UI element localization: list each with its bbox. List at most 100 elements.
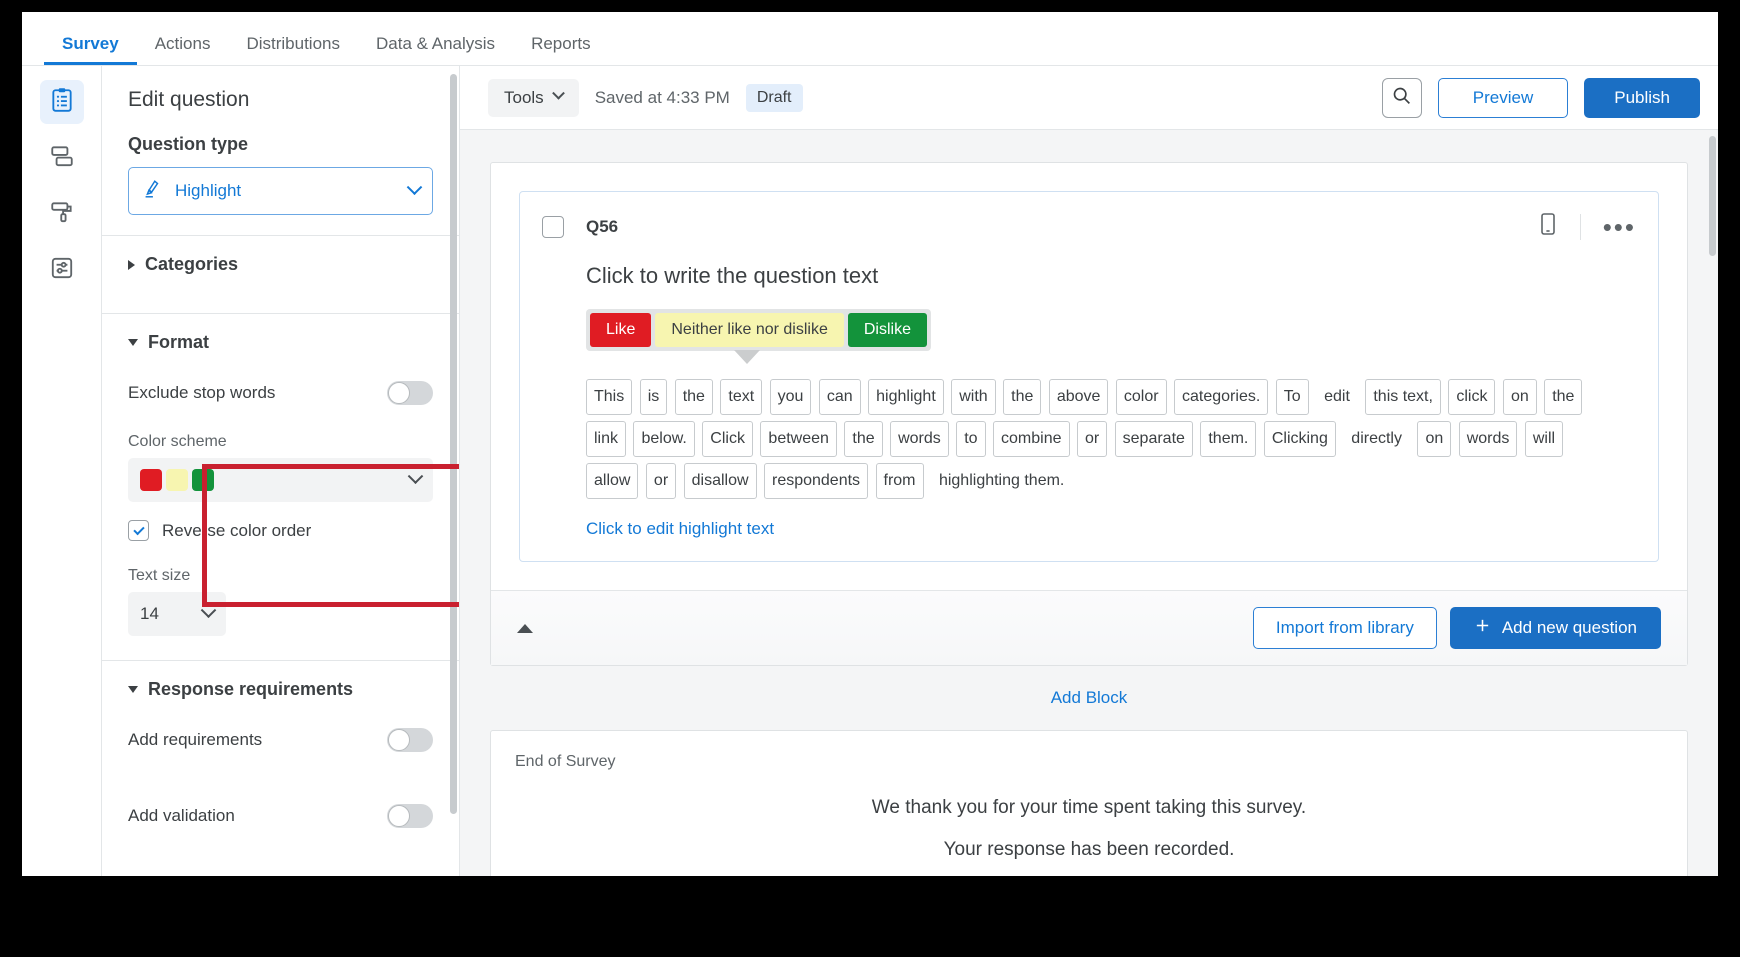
highlight-word: highlighting them.	[931, 463, 1072, 499]
panel-scrollbar[interactable]	[450, 74, 457, 814]
toggle-knob	[388, 729, 410, 751]
add-validation-toggle[interactable]	[387, 804, 433, 828]
highlight-word[interactable]: with	[951, 379, 995, 415]
chevron-down-icon	[552, 87, 565, 100]
nav-tab-data-and-analysis[interactable]: Data & Analysis	[358, 34, 513, 65]
tools-button[interactable]: Tools	[488, 79, 579, 117]
nav-tab-actions[interactable]: Actions	[137, 34, 229, 65]
category-pointer-icon	[734, 350, 760, 364]
exclude-stop-words-label: Exclude stop words	[128, 383, 275, 403]
question-type-value: Highlight	[175, 181, 409, 201]
edit-question-panel: Edit question Question type Highlight	[102, 66, 460, 876]
category-chip-neutral[interactable]: Neither like nor dislike	[655, 313, 844, 347]
highlight-word[interactable]: categories.	[1174, 379, 1268, 415]
highlight-word[interactable]: can	[819, 379, 861, 415]
body-row: Edit question Question type Highlight	[22, 66, 1718, 876]
add-block-link[interactable]: Add Block	[1051, 688, 1128, 707]
highlight-word[interactable]: below.	[633, 421, 694, 457]
color-scheme-select[interactable]	[128, 458, 433, 502]
rail-item-survey-options[interactable]	[40, 248, 84, 292]
search-button[interactable]	[1382, 78, 1422, 118]
preview-button[interactable]: Preview	[1438, 78, 1568, 118]
highlight-word[interactable]: or	[646, 463, 676, 499]
mobile-preview-icon[interactable]	[1538, 212, 1558, 241]
highlight-word[interactable]: the	[844, 421, 882, 457]
highlight-word[interactable]: Clicking	[1264, 421, 1336, 457]
chevron-down-icon	[408, 468, 424, 484]
panel-title: Edit question	[128, 66, 433, 116]
canvas-scrollbar[interactable]	[1709, 136, 1716, 256]
highlight-word[interactable]: disallow	[684, 463, 757, 499]
highlight-word[interactable]: the	[1544, 379, 1582, 415]
add-validation-row: Add validation	[128, 794, 433, 842]
highlight-word[interactable]: will	[1525, 421, 1563, 457]
more-options-icon[interactable]: •••	[1603, 220, 1636, 234]
nav-tab-reports[interactable]: Reports	[513, 34, 609, 65]
highlight-word[interactable]: the	[675, 379, 713, 415]
question-text[interactable]: Click to write the question text	[586, 263, 1636, 289]
question-select-checkbox[interactable]	[542, 216, 564, 238]
section-format[interactable]: Format	[128, 314, 433, 371]
add-new-question-button[interactable]: Add new question	[1450, 607, 1661, 649]
question-type-label: Question type	[128, 134, 433, 155]
highlight-word[interactable]: words	[1459, 421, 1518, 457]
rail-item-look-and-feel[interactable]	[40, 192, 84, 236]
add-validation-label: Add validation	[128, 806, 235, 826]
highlight-word[interactable]: highlight	[868, 379, 944, 415]
highlight-word[interactable]: is	[640, 379, 668, 415]
nav-tab-survey[interactable]: Survey	[44, 34, 137, 65]
highlight-word[interactable]: to	[956, 421, 985, 457]
question-id: Q56	[586, 217, 1516, 237]
highlight-word[interactable]: the	[1003, 379, 1041, 415]
divider	[1580, 214, 1581, 240]
import-from-library-button[interactable]: Import from library	[1253, 607, 1437, 649]
highlight-word[interactable]: color	[1116, 379, 1167, 415]
nav-tab-distributions[interactable]: Distributions	[228, 34, 358, 65]
category-chip-dislike[interactable]: Dislike	[848, 313, 927, 347]
paint-roller-icon	[49, 199, 75, 230]
text-size-select[interactable]: 14	[128, 592, 226, 636]
highlight-word[interactable]: this text,	[1365, 379, 1441, 415]
highlight-word[interactable]: words	[890, 421, 949, 457]
section-categories[interactable]: Categories	[128, 236, 433, 293]
tools-label: Tools	[504, 88, 544, 108]
end-of-survey-label: End of Survey	[491, 753, 1687, 771]
highlight-word[interactable]: click	[1448, 379, 1495, 415]
highlight-word[interactable]: Click	[702, 421, 753, 457]
exclude-stop-words-toggle[interactable]	[387, 381, 433, 405]
collapse-block-icon[interactable]	[517, 624, 533, 633]
highlight-word[interactable]: above	[1049, 379, 1109, 415]
reverse-color-order-checkbox[interactable]	[128, 520, 149, 541]
section-categories-label: Categories	[145, 254, 238, 275]
highlight-word[interactable]: text	[720, 379, 762, 415]
toggle-knob	[388, 382, 410, 404]
toggle-knob	[388, 805, 410, 827]
publish-button[interactable]: Publish	[1584, 78, 1700, 118]
rail-item-survey-builder[interactable]	[40, 80, 84, 124]
question-type-select[interactable]: Highlight	[128, 167, 433, 215]
highlight-word[interactable]: or	[1077, 421, 1107, 457]
highlight-word[interactable]: To	[1276, 379, 1309, 415]
question-card[interactable]: Q56 ••• Click to write the question text	[519, 191, 1659, 562]
edit-highlight-text-link[interactable]: Click to edit highlight text	[586, 519, 774, 539]
highlight-word[interactable]: on	[1417, 421, 1451, 457]
highlight-word[interactable]: between	[760, 421, 837, 457]
highlight-word[interactable]: allow	[586, 463, 638, 499]
section-response-requirements[interactable]: Response requirements	[128, 661, 433, 718]
highlight-word[interactable]: from	[876, 463, 924, 499]
highlight-word[interactable]: combine	[993, 421, 1069, 457]
highlight-word[interactable]: them.	[1200, 421, 1256, 457]
highlight-word[interactable]: you	[770, 379, 812, 415]
highlight-word[interactable]: separate	[1115, 421, 1193, 457]
color-swatch-3	[192, 469, 214, 491]
highlight-word[interactable]: respondents	[764, 463, 868, 499]
category-chip-like[interactable]: Like	[590, 313, 651, 347]
rail-item-blocks[interactable]	[40, 136, 84, 180]
highlight-word[interactable]: link	[586, 421, 626, 457]
highlight-word[interactable]: This	[586, 379, 632, 415]
chevron-down-icon	[407, 179, 423, 195]
add-requirements-label: Add requirements	[128, 730, 262, 750]
add-requirements-toggle[interactable]	[387, 728, 433, 752]
highlight-word[interactable]: on	[1503, 379, 1537, 415]
block-footer: Import from library Add new question	[491, 590, 1687, 665]
